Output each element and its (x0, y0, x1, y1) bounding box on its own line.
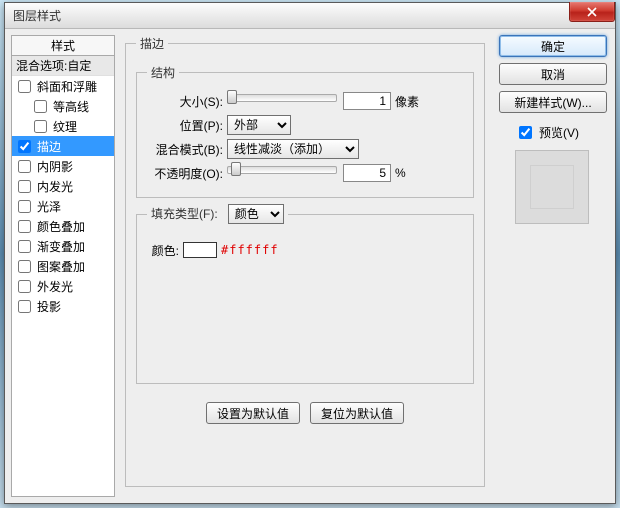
style-item-texture[interactable]: 纹理 (12, 116, 114, 136)
style-label: 内发光 (37, 178, 73, 195)
fill-type-select[interactable]: 颜色 (228, 204, 284, 224)
style-label: 光泽 (37, 198, 61, 215)
close-button[interactable] (569, 2, 615, 22)
style-label: 内阴影 (37, 158, 73, 175)
style-checkbox[interactable] (18, 80, 31, 93)
preview-thumbnail (515, 150, 589, 224)
style-label: 外发光 (37, 278, 73, 295)
style-checkbox[interactable] (18, 220, 31, 233)
size-input[interactable] (343, 92, 391, 110)
color-row: 颜色: #ffffff (147, 238, 463, 262)
preview-checkbox[interactable] (519, 126, 532, 139)
slider-thumb[interactable] (227, 90, 237, 104)
slider-thumb[interactable] (231, 162, 241, 176)
style-checkbox[interactable] (18, 140, 31, 153)
opacity-row: 不透明度(O): % (147, 161, 463, 185)
style-label: 投影 (37, 298, 61, 315)
color-swatch[interactable] (183, 242, 217, 258)
structure-legend: 结构 (147, 64, 179, 81)
position-row: 位置(P): 外部 (147, 113, 463, 137)
style-item-color-overlay[interactable]: 颜色叠加 (12, 216, 114, 236)
titlebar[interactable]: 图层样式 (5, 3, 615, 29)
ok-button[interactable]: 确定 (499, 35, 607, 57)
color-label: 颜色: (147, 242, 183, 259)
set-default-button[interactable]: 设置为默认值 (206, 402, 300, 424)
style-item-pattern-overlay[interactable]: 图案叠加 (12, 256, 114, 276)
style-label: 等高线 (53, 98, 89, 115)
color-hex: #ffffff (221, 243, 279, 257)
style-checkbox[interactable] (34, 120, 47, 133)
defaults-button-row: 设置为默认值 复位为默认值 (136, 402, 474, 424)
style-item-bevel[interactable]: 斜面和浮雕 (12, 76, 114, 96)
stroke-group-legend: 描边 (136, 35, 168, 52)
opacity-unit: % (395, 166, 425, 180)
blendmode-row: 混合模式(B): 线性减淡（添加） (147, 137, 463, 161)
opacity-input[interactable] (343, 164, 391, 182)
size-slider[interactable] (227, 96, 335, 110)
size-row: 大小(S): 像素 (147, 89, 463, 113)
styles-panel: 样式 混合选项:自定 斜面和浮雕 等高线 纹理 描边 内阴影 (11, 35, 115, 497)
style-label: 图案叠加 (37, 258, 85, 275)
fill-legend: 填充类型(F): 颜色 (147, 204, 288, 224)
size-label: 大小(S): (147, 93, 227, 110)
structure-group: 结构 大小(S): 像素 位置(P): 外部 混合模式( (136, 64, 474, 198)
position-label: 位置(P): (147, 117, 227, 134)
style-checkbox[interactable] (18, 160, 31, 173)
style-checkbox[interactable] (18, 260, 31, 273)
window-title: 图层样式 (13, 7, 61, 24)
new-style-button[interactable]: 新建样式(W)... (499, 91, 607, 113)
right-column: 确定 取消 新建样式(W)... 预览(V) (493, 35, 609, 497)
blend-options-row[interactable]: 混合选项:自定 (12, 56, 114, 76)
fill-type-label: 填充类型(F): (151, 207, 218, 221)
fill-group: 填充类型(F): 颜色 颜色: #ffffff (136, 204, 474, 384)
style-item-outer-glow[interactable]: 外发光 (12, 276, 114, 296)
style-checkbox[interactable] (18, 200, 31, 213)
style-item-inner-glow[interactable]: 内发光 (12, 176, 114, 196)
style-label: 纹理 (53, 118, 77, 135)
style-label: 渐变叠加 (37, 238, 85, 255)
layer-style-dialog: 图层样式 样式 混合选项:自定 斜面和浮雕 等高线 纹理 (4, 2, 616, 504)
style-label: 颜色叠加 (37, 218, 85, 235)
size-unit: 像素 (395, 93, 425, 110)
style-item-contour[interactable]: 等高线 (12, 96, 114, 116)
client-area: 样式 混合选项:自定 斜面和浮雕 等高线 纹理 描边 内阴影 (11, 35, 609, 497)
preview-label: 预览(V) (539, 124, 579, 141)
style-label: 描边 (37, 138, 61, 155)
style-checkbox[interactable] (18, 300, 31, 313)
cancel-button[interactable]: 取消 (499, 63, 607, 85)
style-item-gradient-overlay[interactable]: 渐变叠加 (12, 236, 114, 256)
style-item-drop-shadow[interactable]: 投影 (12, 296, 114, 316)
style-checkbox[interactable] (18, 280, 31, 293)
style-checkbox[interactable] (18, 240, 31, 253)
style-item-satin[interactable]: 光泽 (12, 196, 114, 216)
stroke-group: 描边 结构 大小(S): 像素 位置(P): 外部 (125, 35, 485, 487)
opacity-label: 不透明度(O): (147, 165, 227, 182)
style-checkbox[interactable] (34, 100, 47, 113)
opacity-slider[interactable] (227, 168, 335, 182)
style-label: 斜面和浮雕 (37, 78, 97, 95)
position-select[interactable]: 外部 (227, 115, 291, 135)
style-item-stroke[interactable]: 描边 (12, 136, 114, 156)
style-item-inner-shadow[interactable]: 内阴影 (12, 156, 114, 176)
settings-area: 描边 结构 大小(S): 像素 位置(P): 外部 (115, 35, 493, 497)
style-checkbox[interactable] (18, 180, 31, 193)
blendmode-select[interactable]: 线性减淡（添加） (227, 139, 359, 159)
close-icon (587, 7, 597, 17)
preview-toggle[interactable]: 预览(V) (515, 123, 609, 142)
blendmode-label: 混合模式(B): (147, 141, 227, 158)
styles-header: 样式 (12, 36, 114, 56)
reset-default-button[interactable]: 复位为默认值 (310, 402, 404, 424)
